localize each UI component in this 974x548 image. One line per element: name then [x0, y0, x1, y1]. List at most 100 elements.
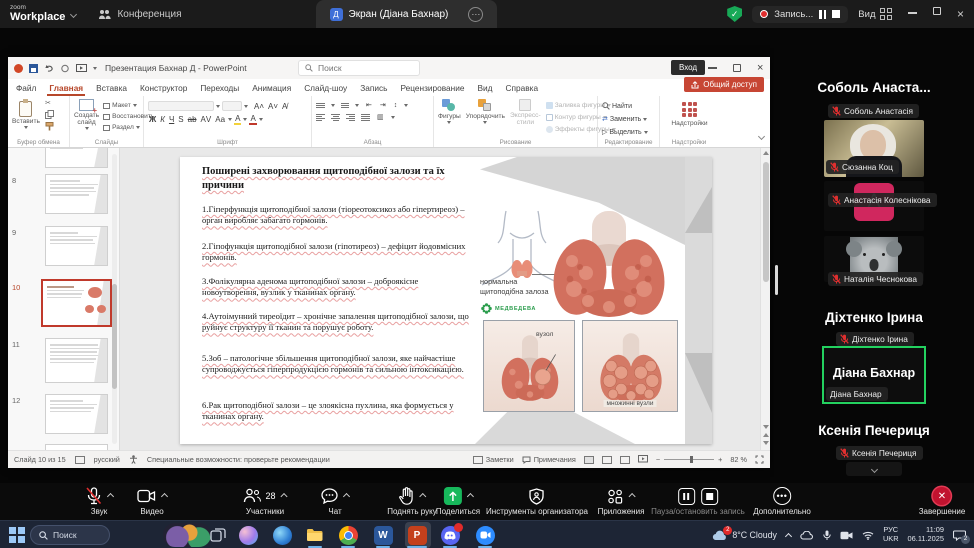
language-switcher[interactable]: РУС UKR [883, 526, 899, 543]
file-explorer-button[interactable] [303, 524, 327, 546]
accessibility-status[interactable]: Специальные возможности: проверьте реком… [147, 455, 330, 464]
tab-insert[interactable]: Вставка [96, 83, 127, 93]
fit-to-window-icon[interactable] [755, 455, 764, 464]
edge-browser-button[interactable] [270, 524, 294, 546]
tab-slideshow[interactable]: Слайд-шоу [304, 83, 347, 93]
tray-overflow-icon[interactable] [785, 533, 792, 540]
video-options-icon[interactable] [161, 492, 168, 499]
taskbar-search[interactable]: Поиск [30, 525, 110, 545]
view-slideshow-icon[interactable] [638, 455, 648, 464]
display-settings-icon[interactable] [75, 456, 85, 464]
raise-hand-options-icon[interactable] [419, 492, 426, 499]
arrange-button[interactable]: Упорядочить [466, 99, 505, 124]
next-slide-icon[interactable] [763, 441, 769, 445]
align-center-icon[interactable] [331, 114, 340, 121]
task-view-button[interactable] [206, 524, 230, 546]
sidebar-scroll-down-button[interactable] [846, 462, 902, 476]
host-tools-button[interactable]: Инструменты организатора [486, 486, 588, 516]
clear-format-button[interactable]: A̸ [281, 102, 288, 111]
strikethrough-button[interactable]: ab [187, 115, 198, 124]
widgets-button[interactable] [163, 523, 211, 547]
copy-icon[interactable] [45, 110, 54, 119]
zoom-out-icon[interactable]: − [656, 455, 660, 464]
notification-center-button[interactable]: 2 [953, 530, 966, 541]
start-button[interactable] [5, 524, 29, 546]
char-spacing-button[interactable]: АV [200, 115, 213, 124]
addins-button[interactable]: Надстройки [664, 100, 715, 127]
zoom-level[interactable]: 82 % [730, 455, 747, 464]
view-button[interactable]: Вид [858, 8, 892, 20]
notes-button[interactable]: Заметки [473, 455, 514, 464]
ppt-maximize-button[interactable] [733, 64, 741, 72]
discord-button[interactable] [438, 524, 462, 546]
justify-icon[interactable] [361, 114, 370, 121]
ppt-search-box[interactable]: Поиск [298, 60, 420, 76]
zoom-in-icon[interactable]: + [718, 455, 722, 464]
previous-slide-icon[interactable] [763, 433, 769, 437]
font-name-box[interactable] [148, 101, 214, 111]
numbering-icon[interactable] [341, 103, 349, 108]
apps-options-icon[interactable] [629, 492, 636, 499]
align-right-icon[interactable] [346, 114, 355, 121]
weather-widget[interactable]: 2 8°C Cloudy [712, 530, 777, 541]
end-meeting-button[interactable]: ✕ Завершение [919, 486, 966, 516]
zoom-slider[interactable]: − + [656, 455, 723, 464]
tab-meeting[interactable]: Конференция [84, 0, 195, 28]
window-close-button[interactable]: × [957, 7, 964, 21]
view-sorter-icon[interactable] [602, 456, 612, 464]
video-button[interactable]: Видео [137, 486, 167, 516]
text-shadow-button[interactable]: S [177, 115, 184, 124]
pause-record-icon[interactable] [678, 488, 695, 505]
participants-button[interactable]: 28 Участники [243, 486, 286, 516]
save-icon[interactable] [29, 64, 38, 73]
tab-options-icon[interactable]: ⋯ [468, 7, 483, 22]
tab-record[interactable]: Запись [360, 83, 387, 93]
line-spacing-icon[interactable]: ↕ [393, 102, 399, 109]
tray-camera-icon[interactable] [840, 531, 853, 540]
font-color-button[interactable]: А [249, 114, 256, 125]
align-left-icon[interactable] [316, 114, 325, 121]
new-slide-button[interactable]: Создать слайд [74, 99, 99, 130]
qat-more-icon[interactable] [93, 67, 97, 70]
tray-mic-icon[interactable] [823, 530, 831, 541]
stop-record-icon[interactable] [701, 488, 718, 505]
slide-thumbnail-8[interactable] [45, 174, 108, 214]
window-maximize-button[interactable] [933, 7, 941, 15]
tab-screen-share[interactable]: Д Экран (Діана Бахнар) ⋯ [316, 0, 498, 28]
cut-icon[interactable]: ✂ [45, 99, 54, 107]
chat-button[interactable]: Чат [321, 486, 349, 516]
view-normal-icon[interactable] [584, 456, 594, 464]
word-button[interactable]: W [371, 524, 395, 546]
audio-button[interactable]: Звук [85, 486, 113, 516]
tab-review[interactable]: Рецензирование [400, 83, 464, 93]
comments-button[interactable]: Примечания [522, 455, 576, 464]
bold-button[interactable]: Ж [148, 115, 157, 124]
tab-design[interactable]: Конструктор [140, 83, 187, 93]
slide-thumbnail-10-selected[interactable] [41, 279, 112, 327]
scroll-up-icon[interactable] [763, 151, 769, 155]
redo-icon[interactable] [60, 64, 70, 73]
collapse-ribbon-icon[interactable] [758, 133, 765, 140]
audio-options-icon[interactable] [107, 492, 114, 499]
powerpoint-button[interactable]: P [405, 524, 429, 546]
tab-view[interactable]: Вид [478, 83, 493, 93]
more-button[interactable]: ••• Дополнительно [753, 486, 811, 516]
tab-file[interactable]: Файл [16, 83, 36, 93]
ppt-share-button[interactable]: Общий доступ [684, 77, 764, 92]
share-screen-button[interactable]: Поделиться [436, 486, 480, 516]
tab-transitions[interactable]: Переходы [200, 83, 239, 93]
slide-thumbnail-9[interactable] [45, 226, 108, 266]
shrink-font-button[interactable]: A˅ [267, 102, 279, 111]
shapes-button[interactable]: Фигуры [438, 99, 461, 124]
underline-button[interactable]: Ч [168, 115, 175, 124]
view-reading-icon[interactable] [620, 456, 630, 464]
ppt-close-button[interactable]: × [757, 62, 763, 74]
slideshow-icon[interactable] [76, 64, 87, 73]
share-options-icon[interactable] [466, 492, 473, 499]
active-speaker-tile[interactable]: Діана Бахнар Діана Бахнар [822, 346, 926, 404]
columns-icon[interactable]: ▥ [376, 113, 385, 121]
slide-thumbnail-12[interactable] [45, 394, 108, 434]
indent-increase-icon[interactable]: ⇥ [379, 101, 387, 109]
chat-options-icon[interactable] [343, 492, 350, 499]
language-indicator[interactable]: русский [94, 455, 120, 464]
